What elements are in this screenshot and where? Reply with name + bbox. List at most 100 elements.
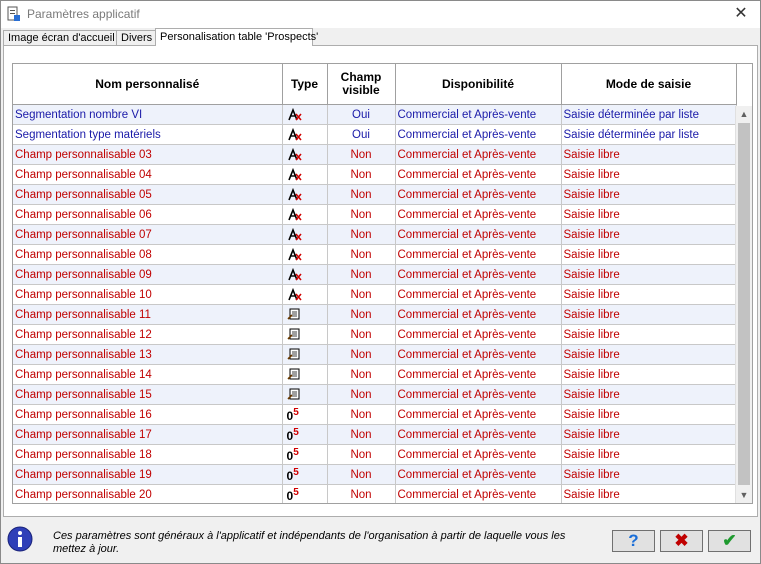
cell-name[interactable]: Champ personnalisable 10 xyxy=(13,284,283,305)
table-row[interactable]: Segmentation type matériels Oui Commercial… xyxy=(13,124,737,145)
cell-name[interactable]: Champ personnalisable 09 xyxy=(13,264,283,285)
table-row[interactable]: Champ personnalisable 17 05 Non Commercial … xyxy=(13,424,737,445)
cell-type[interactable]: 05 xyxy=(282,404,328,425)
table-row[interactable]: Champ personnalisable 04 Non Commercial et… xyxy=(13,164,737,185)
cell-mode[interactable]: Saisie déterminée par liste xyxy=(561,124,737,145)
cell-availability[interactable]: Commercial et Après-vente xyxy=(395,124,562,145)
cell-name[interactable]: Champ personnalisable 03 xyxy=(13,144,283,165)
cell-mode[interactable]: Saisie libre xyxy=(561,344,737,365)
cell-visible[interactable]: Non xyxy=(327,384,396,405)
cell-visible[interactable]: Non xyxy=(327,444,396,465)
cell-mode[interactable]: Saisie libre xyxy=(561,464,737,485)
cell-visible[interactable]: Non xyxy=(327,304,396,325)
cell-type[interactable]: 05 xyxy=(282,424,328,445)
cell-visible[interactable]: Non xyxy=(327,424,396,445)
cell-availability[interactable]: Commercial et Après-vente xyxy=(395,484,562,503)
cell-availability[interactable]: Commercial et Après-vente xyxy=(395,344,562,365)
cell-visible[interactable]: Non xyxy=(327,164,396,185)
cell-type[interactable] xyxy=(282,124,328,145)
cell-name[interactable]: Champ personnalisable 06 xyxy=(13,204,283,225)
cell-mode[interactable]: Saisie libre xyxy=(561,484,737,503)
cell-visible[interactable]: Oui xyxy=(327,104,396,125)
cell-name[interactable]: Champ personnalisable 05 xyxy=(13,184,283,205)
scroll-thumb[interactable] xyxy=(738,123,750,485)
cell-mode[interactable]: Saisie libre xyxy=(561,404,737,425)
cell-name[interactable]: Champ personnalisable 16 xyxy=(13,404,283,425)
cell-availability[interactable]: Commercial et Après-vente xyxy=(395,384,562,405)
cell-type[interactable] xyxy=(282,324,328,345)
table-row[interactable]: Champ personnalisable 06 Non Commercial et… xyxy=(13,204,737,225)
table-row[interactable]: Champ personnalisable 18 05 Non Commercial … xyxy=(13,444,737,465)
cell-type[interactable] xyxy=(282,144,328,165)
table-row[interactable]: Champ personnalisable 12 Non Commercial et… xyxy=(13,324,737,345)
cell-type[interactable] xyxy=(282,264,328,285)
cell-name[interactable]: Champ personnalisable 07 xyxy=(13,224,283,245)
cell-mode[interactable]: Saisie déterminée par liste xyxy=(561,104,737,125)
cell-visible[interactable]: Non xyxy=(327,464,396,485)
cell-availability[interactable]: Commercial et Après-vente xyxy=(395,364,562,385)
cell-visible[interactable]: Non xyxy=(327,264,396,285)
table-row[interactable]: Champ personnalisable 19 05 Non Commercial … xyxy=(13,464,737,485)
cell-name[interactable]: Champ personnalisable 19 xyxy=(13,464,283,485)
cell-type[interactable] xyxy=(282,344,328,365)
cell-availability[interactable]: Commercial et Après-vente xyxy=(395,424,562,445)
cell-availability[interactable]: Commercial et Après-vente xyxy=(395,264,562,285)
cell-availability[interactable]: Commercial et Après-vente xyxy=(395,144,562,165)
cell-type[interactable]: 05 xyxy=(282,444,328,465)
cell-type[interactable] xyxy=(282,284,328,305)
cell-name[interactable]: Champ personnalisable 13 xyxy=(13,344,283,365)
col-header-availability[interactable]: Disponibilité xyxy=(395,64,562,105)
cell-type[interactable] xyxy=(282,244,328,265)
table-row[interactable]: Champ personnalisable 16 05 Non Commercial … xyxy=(13,404,737,425)
cell-type[interactable]: 05 xyxy=(282,464,328,485)
cell-name[interactable]: Champ personnalisable 17 xyxy=(13,424,283,445)
cell-availability[interactable]: Commercial et Après-vente xyxy=(395,224,562,245)
cell-mode[interactable]: Saisie libre xyxy=(561,364,737,385)
cell-availability[interactable]: Commercial et Après-vente xyxy=(395,304,562,325)
cell-availability[interactable]: Commercial et Après-vente xyxy=(395,204,562,225)
cell-visible[interactable]: Non xyxy=(327,344,396,365)
table-row[interactable]: Champ personnalisable 03 Non Commercial et… xyxy=(13,144,737,165)
cell-type[interactable] xyxy=(282,384,328,405)
cell-type[interactable] xyxy=(282,304,328,325)
cell-visible[interactable]: Non xyxy=(327,244,396,265)
cell-name[interactable]: Champ personnalisable 20 xyxy=(13,484,283,503)
cell-availability[interactable]: Commercial et Après-vente xyxy=(395,244,562,265)
cell-visible[interactable]: Non xyxy=(327,324,396,345)
cell-visible[interactable]: Non xyxy=(327,284,396,305)
cell-name[interactable]: Champ personnalisable 04 xyxy=(13,164,283,185)
table-row[interactable]: Champ personnalisable 09 Non Commercial et… xyxy=(13,264,737,285)
help-button[interactable]: ? xyxy=(612,530,655,552)
col-header-type[interactable]: Type xyxy=(282,64,328,105)
cell-mode[interactable]: Saisie libre xyxy=(561,144,737,165)
table-row[interactable]: Champ personnalisable 07 Non Commercial et… xyxy=(13,224,737,245)
cell-availability[interactable]: Commercial et Après-vente xyxy=(395,404,562,425)
cell-name[interactable]: Segmentation nombre VI xyxy=(13,104,283,125)
cell-visible[interactable]: Non xyxy=(327,224,396,245)
cell-visible[interactable]: Non xyxy=(327,184,396,205)
cell-visible[interactable]: Non xyxy=(327,204,396,225)
cell-mode[interactable]: Saisie libre xyxy=(561,444,737,465)
cell-name[interactable]: Segmentation type matériels xyxy=(13,124,283,145)
table-row[interactable]: Champ personnalisable 10 Non Commercial et… xyxy=(13,284,737,305)
tab-divers[interactable]: Divers xyxy=(116,30,158,45)
cell-mode[interactable]: Saisie libre xyxy=(561,424,737,445)
cell-visible[interactable]: Non xyxy=(327,484,396,503)
cell-mode[interactable]: Saisie libre xyxy=(561,384,737,405)
cell-mode[interactable]: Saisie libre xyxy=(561,164,737,185)
cell-visible[interactable]: Non xyxy=(327,404,396,425)
cell-visible[interactable]: Non xyxy=(327,144,396,165)
vertical-scrollbar[interactable]: ▲ ▼ xyxy=(735,106,752,503)
cell-visible[interactable]: Oui xyxy=(327,124,396,145)
cell-mode[interactable]: Saisie libre xyxy=(561,284,737,305)
tab-personalisation-prospects[interactable]: Personalisation table 'Prospects' xyxy=(155,28,318,46)
cell-availability[interactable]: Commercial et Après-vente xyxy=(395,464,562,485)
cell-mode[interactable]: Saisie libre xyxy=(561,304,737,325)
cell-type[interactable] xyxy=(282,204,328,225)
cell-availability[interactable]: Commercial et Après-vente xyxy=(395,104,562,125)
cell-availability[interactable]: Commercial et Après-vente xyxy=(395,164,562,185)
cell-mode[interactable]: Saisie libre xyxy=(561,184,737,205)
cell-type[interactable] xyxy=(282,364,328,385)
cell-name[interactable]: Champ personnalisable 15 xyxy=(13,384,283,405)
cell-name[interactable]: Champ personnalisable 08 xyxy=(13,244,283,265)
